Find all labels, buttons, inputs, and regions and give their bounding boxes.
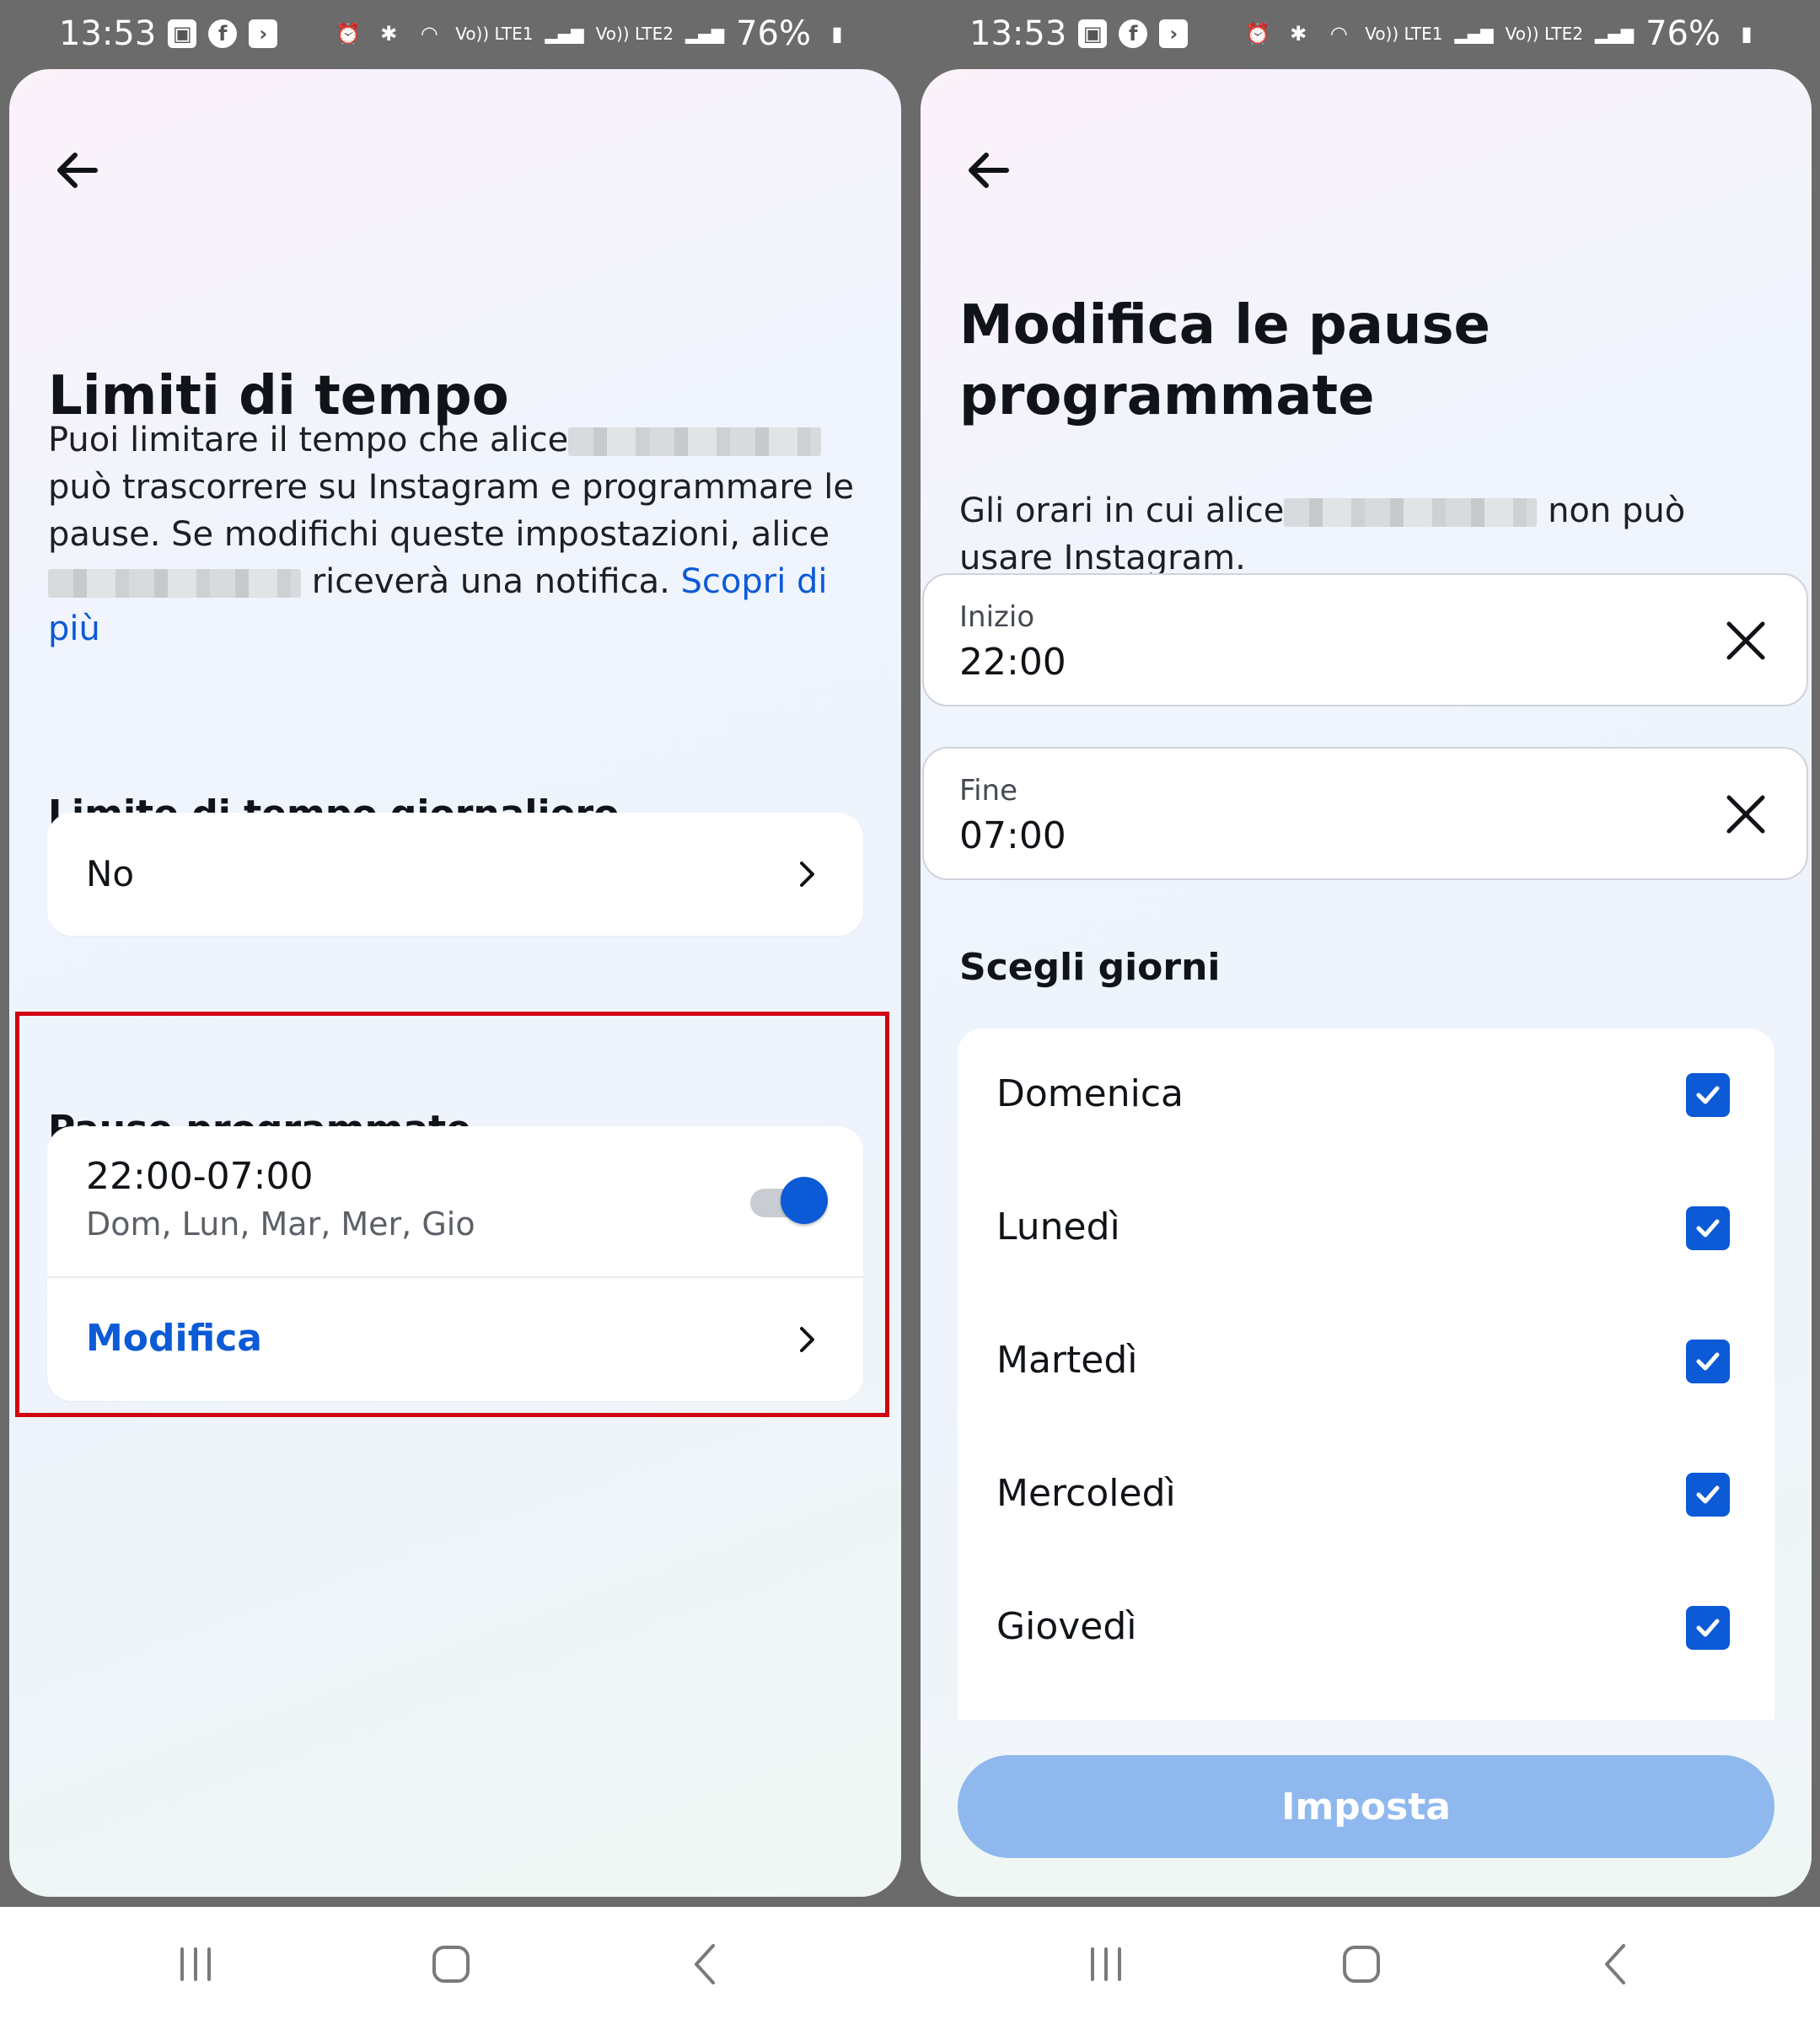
home-icon[interactable] xyxy=(426,1941,476,1988)
checkmark-icon xyxy=(1696,1352,1720,1371)
chevron-right-icon xyxy=(800,1327,814,1352)
signal-icon: ▂▄▆ xyxy=(1454,24,1494,44)
time-limits-screen: Limiti di tempo Puoi limitare il tempo c… xyxy=(9,69,901,1897)
signal-icon: ▂▄▆ xyxy=(685,24,725,44)
home-icon[interactable] xyxy=(1336,1941,1387,1988)
day-row-giovedi[interactable]: Giovedì xyxy=(958,1561,1774,1694)
start-time-value: 22:00 xyxy=(959,641,1066,684)
checkmark-icon xyxy=(1696,1219,1720,1238)
page-description: Puoi limitare il tempo che alice può tra… xyxy=(48,421,854,648)
end-time-label: Fine xyxy=(959,774,1017,808)
status-bar-left: 13:53 ▣ f › ⏰ ✱ ◠ Vo)) LTE1 ▂▄▆ Vo)) LTE… xyxy=(0,0,910,67)
day-row-martedi[interactable]: Martedì xyxy=(958,1295,1774,1428)
chevron-right-icon xyxy=(800,862,814,887)
start-time-label: Inizio xyxy=(959,600,1035,634)
checkbox-checked[interactable] xyxy=(1686,1606,1730,1650)
clear-start-icon[interactable] xyxy=(1722,617,1769,664)
schedule-time: 22:00-07:00 xyxy=(86,1155,314,1198)
checkbox-checked[interactable] xyxy=(1686,1473,1730,1517)
page-title: Modifica le pause programmate xyxy=(959,294,1490,427)
schedule-days: Dom, Lun, Mar, Mer, Gio xyxy=(86,1205,475,1243)
battery-percent: 76% xyxy=(736,14,811,53)
checkmark-icon xyxy=(1696,1086,1720,1104)
daily-limit-value: No xyxy=(86,853,135,894)
back-arrow-icon[interactable] xyxy=(45,137,112,204)
set-button[interactable]: Imposta xyxy=(958,1755,1774,1858)
toggle-knob xyxy=(781,1177,828,1224)
signal-icon: ▂▄▆ xyxy=(545,24,584,44)
back-nav-icon[interactable] xyxy=(681,1941,732,1988)
day-row-mercoledi[interactable]: Mercoledì xyxy=(958,1428,1774,1561)
status-time: 13:53 xyxy=(59,14,157,53)
bluetooth-icon: ✱ xyxy=(380,22,398,46)
status-bar-right: 13:53 ▣ f › ⏰ ✱ ◠ Vo)) LTE1 ▂▄▆ Vo)) LTE… xyxy=(910,0,1820,67)
facebook-icon: f xyxy=(208,19,238,48)
checkmark-icon xyxy=(1696,1619,1720,1637)
page-description: Gli orari in cui alice non può usare Ins… xyxy=(959,491,1686,577)
edit-scheduled-breaks-screen: Modifica le pause programmate Gli orari … xyxy=(921,69,1812,1897)
clear-end-icon[interactable] xyxy=(1722,791,1769,838)
wifi-icon: ◠ xyxy=(420,22,438,46)
checkmark-icon xyxy=(1696,1485,1720,1504)
redacted-username xyxy=(568,427,822,456)
recent-apps-icon[interactable] xyxy=(1081,1941,1131,1988)
status-time: 13:53 xyxy=(969,14,1067,53)
redacted-username xyxy=(48,569,301,598)
edit-schedule-row[interactable]: Modifica xyxy=(47,1278,863,1401)
app-icon: › xyxy=(249,19,278,48)
scheduled-break-card: 22:00-07:00 Dom, Lun, Mar, Mer, Gio Modi… xyxy=(47,1126,863,1401)
volte-lte2-icon: Vo)) LTE2 xyxy=(595,24,674,44)
system-navigation-bar xyxy=(0,1907,1820,2019)
day-row-domenica[interactable]: Domenica xyxy=(958,1028,1774,1162)
days-list: Domenica Lunedì Martedì Mercoledì Gioved… xyxy=(958,1028,1774,1720)
checkbox-checked[interactable] xyxy=(1686,1340,1730,1383)
checkbox-checked[interactable] xyxy=(1686,1206,1730,1250)
alarm-icon: ⏰ xyxy=(1245,22,1271,46)
app-icon: › xyxy=(1159,19,1189,48)
image-icon: ▣ xyxy=(168,19,197,48)
volte-lte1-icon: Vo)) LTE1 xyxy=(1365,24,1443,44)
battery-percent: 76% xyxy=(1646,14,1721,53)
alarm-icon: ⏰ xyxy=(336,22,362,46)
start-time-field[interactable]: Inizio 22:00 xyxy=(922,573,1808,706)
image-icon: ▣ xyxy=(1078,19,1108,48)
volte-lte1-icon: Vo)) LTE1 xyxy=(455,24,534,44)
back-nav-icon[interactable] xyxy=(1592,1941,1642,1988)
daily-limit-row[interactable]: No xyxy=(47,813,863,936)
edit-label: Modifica xyxy=(86,1317,262,1360)
facebook-icon: f xyxy=(1119,19,1148,48)
bluetooth-icon: ✱ xyxy=(1290,22,1307,46)
end-time-field[interactable]: Fine 07:00 xyxy=(922,747,1808,880)
day-row-lunedi[interactable]: Lunedì xyxy=(958,1162,1774,1295)
wifi-icon: ◠ xyxy=(1329,22,1348,46)
redacted-username xyxy=(1284,498,1538,527)
end-time-value: 07:00 xyxy=(959,814,1066,857)
battery-icon: ▮ xyxy=(831,22,843,46)
back-arrow-icon[interactable] xyxy=(956,137,1023,204)
volte-lte2-icon: Vo)) LTE2 xyxy=(1505,24,1583,44)
signal-icon: ▂▄▆ xyxy=(1594,24,1635,44)
checkbox-checked[interactable] xyxy=(1686,1073,1730,1117)
choose-days-heading: Scegli giorni xyxy=(959,946,1221,989)
schedule-toggle[interactable] xyxy=(750,1177,829,1224)
battery-icon: ▮ xyxy=(1741,22,1753,46)
recent-apps-icon[interactable] xyxy=(170,1941,221,1988)
